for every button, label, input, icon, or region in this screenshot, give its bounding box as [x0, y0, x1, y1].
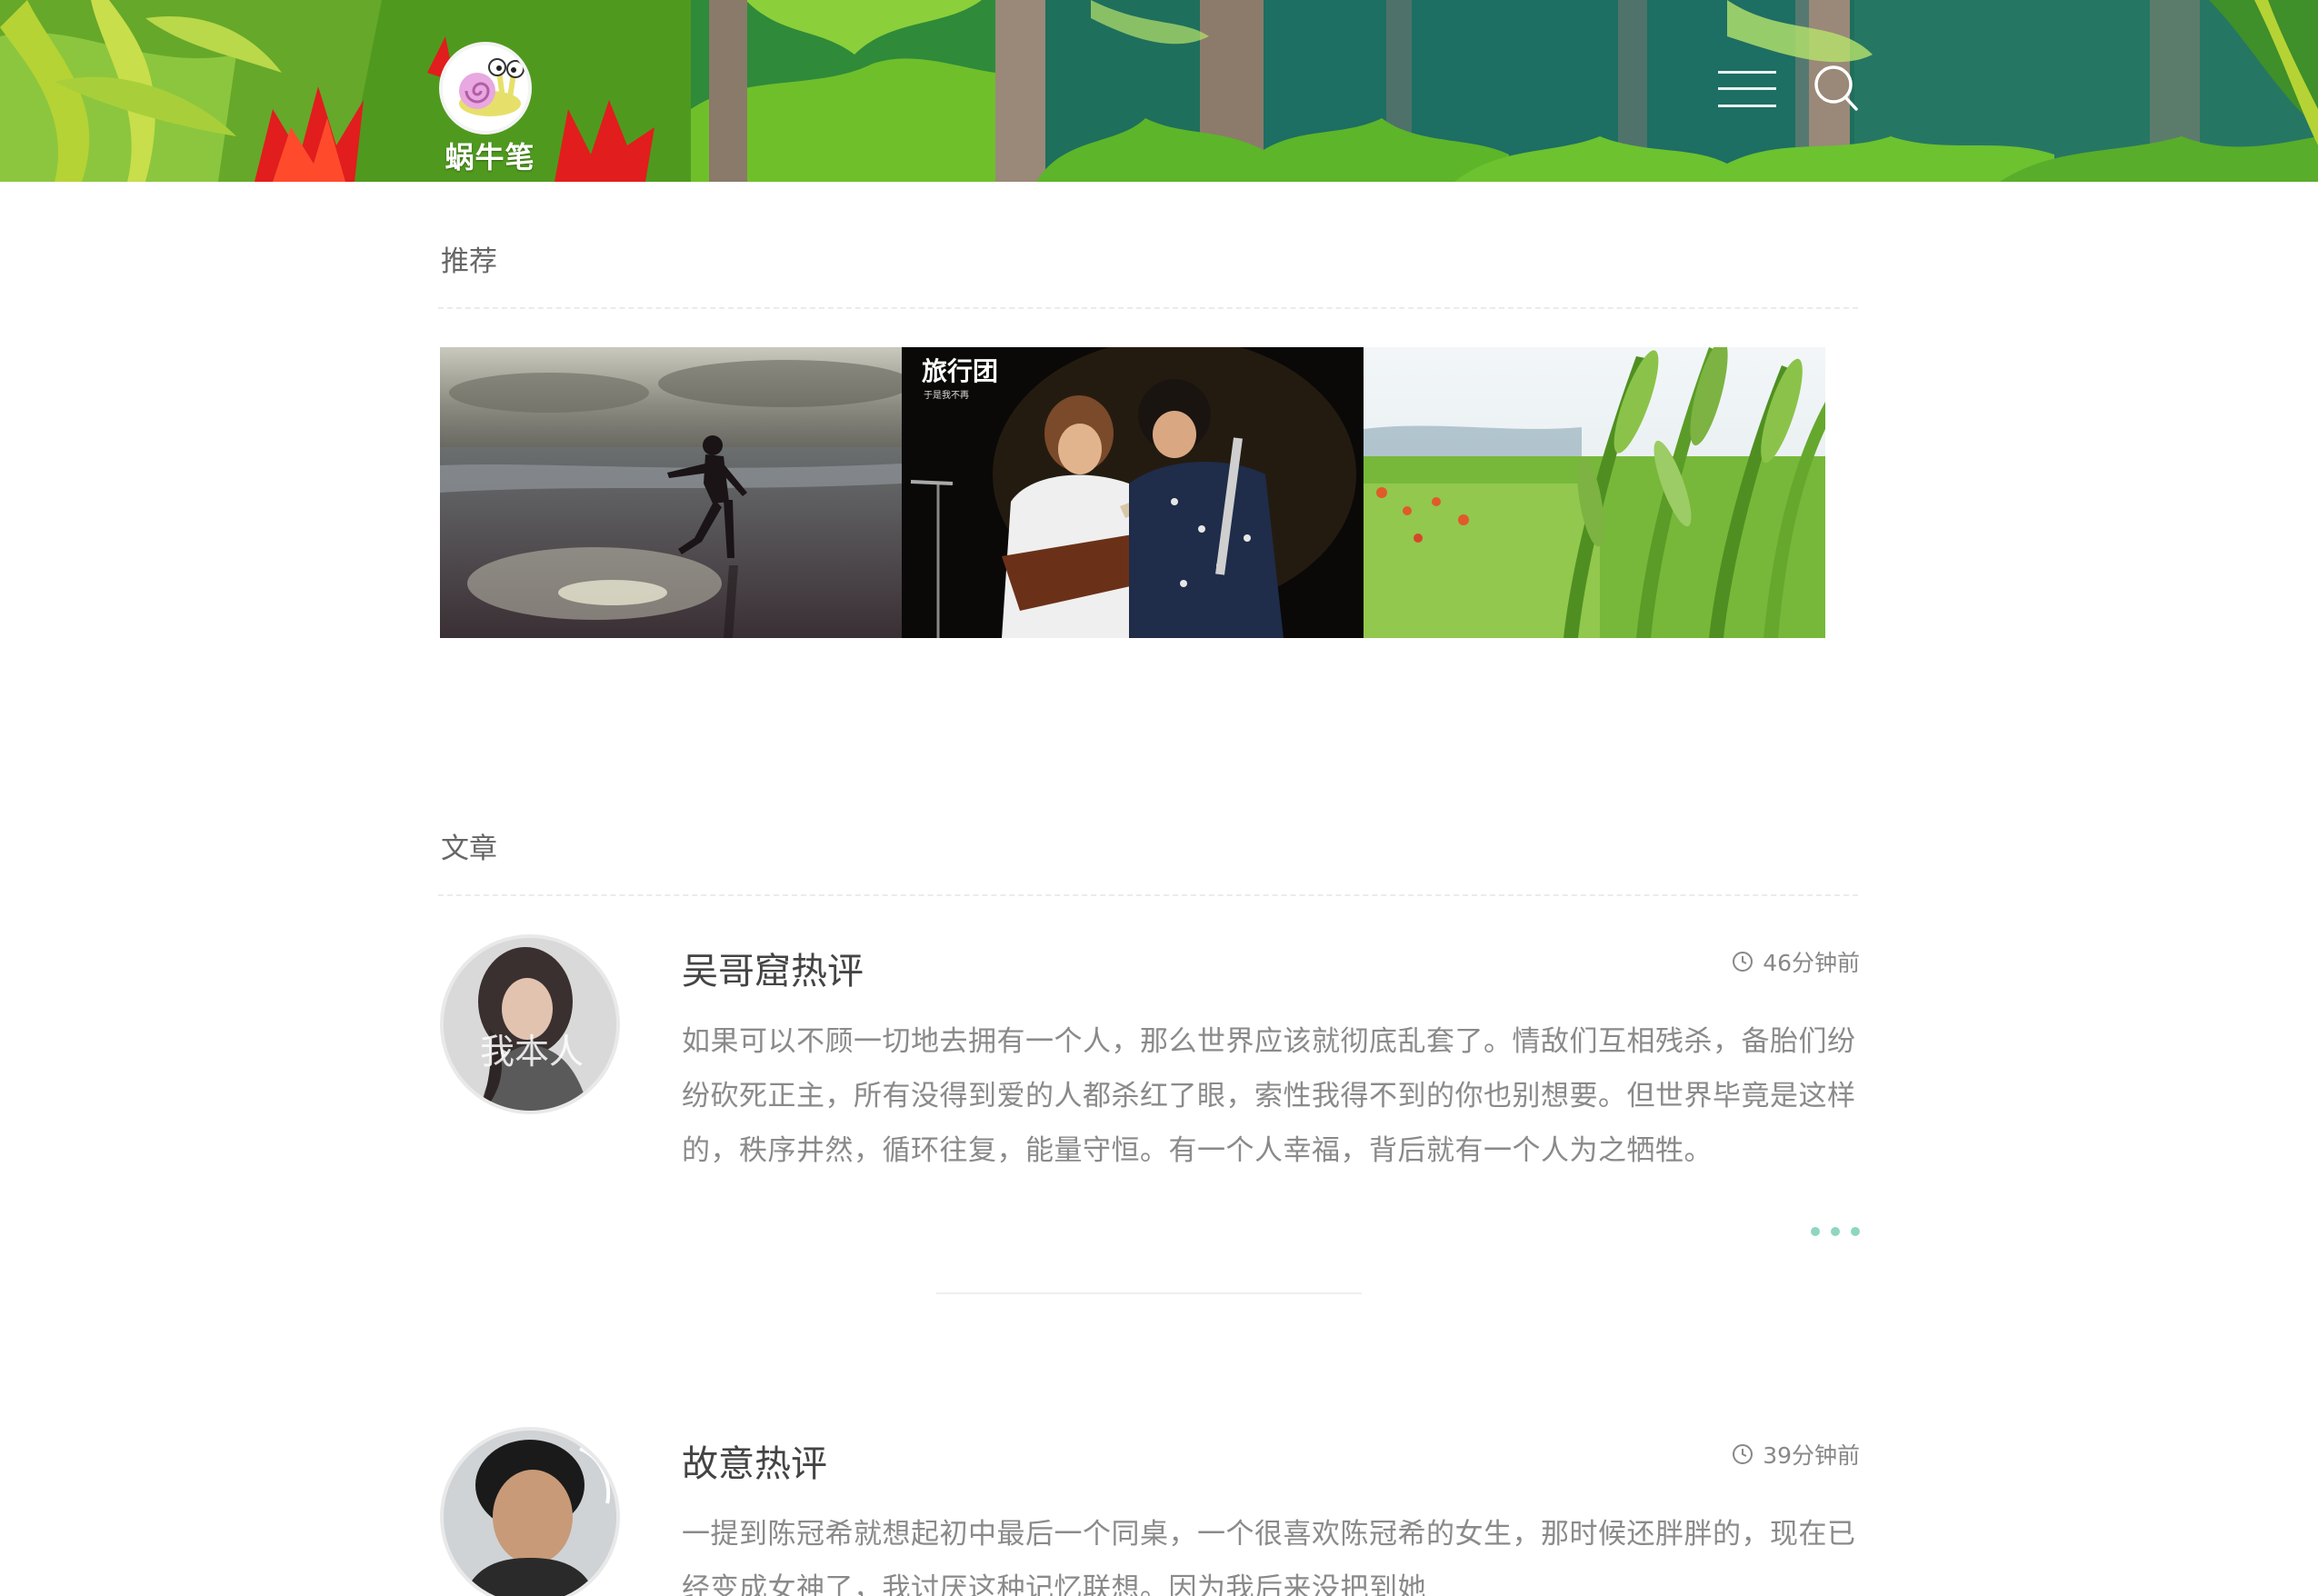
- recommend-gallery: 旅行团 于是我不再: [440, 347, 1825, 638]
- wheat-field-photo: [1364, 347, 1825, 638]
- article-excerpt: 一提到陈冠希就想起初中最后一个同桌，一个很喜欢陈冠希的女生，那时候还胖胖的，现在…: [682, 1518, 1856, 1596]
- header-banner: 蜗牛笔记: [0, 0, 2318, 182]
- recommend-item-band[interactable]: 旅行团 于是我不再: [902, 347, 1364, 638]
- menu-button[interactable]: [1718, 71, 1776, 107]
- avatar-caption: 我本人: [480, 1032, 584, 1072]
- article-separator: [936, 1292, 1362, 1294]
- article-time-text: 39分钟前: [1763, 1442, 1860, 1469]
- article-title[interactable]: 故意热评: [682, 1434, 827, 1487]
- dot: [1831, 1227, 1840, 1236]
- article-title[interactable]: 吴哥窟热评: [682, 942, 864, 994]
- articles-section-title: 文章: [441, 833, 497, 865]
- search-button[interactable]: [1813, 64, 1860, 113]
- forest-banner-illustration: [0, 0, 2318, 182]
- dot: [1811, 1227, 1820, 1236]
- more-icon[interactable]: [1811, 1225, 1860, 1238]
- section-divider: [438, 307, 1858, 309]
- snail-logo-icon: [439, 42, 532, 135]
- band-logo-subtitle: 于是我不再: [924, 390, 969, 401]
- search-icon: [1814, 65, 1858, 111]
- article-time-text: 46分钟前: [1763, 950, 1860, 976]
- article-avatar[interactable]: 我本人: [440, 934, 620, 1114]
- avatar-portrait-woman: 我本人: [444, 938, 616, 1111]
- clock-icon: [1733, 1444, 1753, 1464]
- beach-silhouette-photo: [440, 347, 902, 638]
- avatar-portrait-man: [444, 1431, 616, 1596]
- dot: [1851, 1227, 1860, 1236]
- site-name: 蜗牛笔记: [445, 140, 535, 175]
- article-timestamp: 46分钟前: [1732, 945, 1860, 978]
- article-timestamp: 39分钟前: [1732, 1438, 1860, 1471]
- article-item: 故意热评 39分钟前 一提到陈冠希就想起初中最后一个同桌，一个很喜欢陈冠希的女生…: [440, 1427, 1860, 1596]
- article-item: 我本人 吴哥窟热评 46分钟前 如果可以不顾一切地去拥有一个人，那么世界应该就彻…: [440, 934, 1860, 1280]
- snail-illustration: [443, 45, 528, 131]
- hamburger-line: [1718, 105, 1776, 107]
- recommend-section-title: 推荐: [441, 245, 497, 278]
- article-avatar[interactable]: [440, 1427, 620, 1596]
- hamburger-menu-icon: [1718, 71, 1776, 74]
- hamburger-line: [1718, 87, 1776, 90]
- band-concert-photo: 旅行团 于是我不再: [902, 347, 1364, 638]
- band-logo-title: 旅行团: [922, 356, 998, 386]
- clock-icon: [1733, 952, 1753, 972]
- site-logo[interactable]: 蜗牛笔记: [431, 42, 549, 178]
- recommend-item-beach[interactable]: [440, 347, 902, 638]
- recommend-item-wheat[interactable]: [1364, 347, 1825, 638]
- section-divider: [438, 894, 1858, 896]
- article-excerpt: 如果可以不顾一切地去拥有一个人，那么世界应该就彻底乱套了。情敌们互相残杀，备胎们…: [682, 1025, 1856, 1167]
